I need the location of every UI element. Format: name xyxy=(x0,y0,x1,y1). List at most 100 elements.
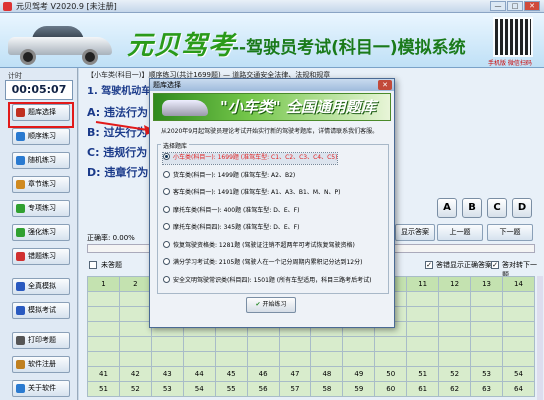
grid-cell[interactable] xyxy=(501,336,536,352)
grid-cell[interactable] xyxy=(406,291,440,307)
grid-cell[interactable] xyxy=(470,321,503,337)
grid-cell[interactable] xyxy=(278,351,312,367)
grid-cell[interactable] xyxy=(118,306,152,322)
grid-cell[interactable] xyxy=(150,351,184,367)
grid-cell[interactable] xyxy=(406,336,440,352)
grid-cell[interactable] xyxy=(214,351,248,367)
sidebar-button-4[interactable]: 章节练习 xyxy=(12,176,70,193)
grid-cell[interactable]: 48 xyxy=(310,366,344,382)
radio-button[interactable] xyxy=(163,275,170,283)
grid-cell[interactable]: 59 xyxy=(342,381,376,397)
grid-cell[interactable] xyxy=(246,336,280,352)
radio-button[interactable] xyxy=(163,223,170,230)
grid-cell[interactable] xyxy=(87,291,120,307)
grid-cell[interactable] xyxy=(501,351,536,367)
grid-cell[interactable]: 57 xyxy=(278,381,312,397)
library-option-5[interactable]: 摩托车类(科目四): 345题 (准驾车型: D、E、F) xyxy=(163,223,299,234)
grid-cell[interactable] xyxy=(87,321,120,337)
sidebar-button-12[interactable]: 关于软件 xyxy=(12,380,70,397)
maximize-button[interactable]: □ xyxy=(507,1,523,11)
radio-button[interactable] xyxy=(163,188,170,195)
grid-cell[interactable]: 51 xyxy=(87,381,120,397)
grid-cell[interactable] xyxy=(470,336,503,352)
sidebar-button-7[interactable]: 错题练习 xyxy=(12,248,70,265)
library-option-2[interactable]: 货车类(科目一): 1499题 (准驾车型: A2、B2) xyxy=(163,170,295,182)
sidebar-button-8[interactable]: 全真模拟 xyxy=(12,278,70,295)
next-question-button[interactable]: 下一题 xyxy=(487,224,533,241)
grid-cell[interactable]: 58 xyxy=(310,381,344,397)
grid-cell[interactable]: 50 xyxy=(374,366,408,382)
grid-cell[interactable] xyxy=(470,291,503,307)
answer-b-button[interactable]: B xyxy=(462,198,482,218)
grid-cell[interactable]: 44 xyxy=(182,366,216,382)
grid-cell[interactable]: 60 xyxy=(374,381,408,397)
grid-cell[interactable] xyxy=(310,336,344,352)
grid-cell[interactable] xyxy=(118,291,152,307)
library-option-6[interactable]: 恢复驾驶资格类: 1281题 (驾驶证注销不超两年可考试恢复驾驶资格) xyxy=(163,240,355,252)
show-answer-button[interactable]: 显示答案 xyxy=(395,224,435,241)
grid-cell[interactable]: 1 xyxy=(87,276,120,292)
vertical-scrollbar[interactable] xyxy=(537,276,543,400)
grid-cell[interactable] xyxy=(470,306,503,322)
sidebar-button-3[interactable]: 随机练习 xyxy=(12,152,70,169)
sidebar-button-5[interactable]: 专项练习 xyxy=(12,200,70,217)
answer-d-button[interactable]: D xyxy=(512,198,532,218)
radio-button[interactable] xyxy=(163,240,170,248)
sidebar-button-1[interactable]: 题库选择 xyxy=(12,104,70,121)
grid-cell[interactable] xyxy=(374,336,408,352)
grid-cell[interactable] xyxy=(406,351,440,367)
grid-cell[interactable]: 49 xyxy=(342,366,376,382)
sidebar-button-10[interactable]: 打印考题 xyxy=(12,332,70,349)
grid-cell[interactable] xyxy=(342,351,376,367)
grid-cell[interactable]: 64 xyxy=(501,381,536,397)
grid-cell[interactable]: 45 xyxy=(214,366,248,382)
radio-button[interactable] xyxy=(163,153,170,160)
grid-cell[interactable] xyxy=(438,351,472,367)
grid-cell[interactable]: 42 xyxy=(118,366,152,382)
grid-cell[interactable] xyxy=(278,336,312,352)
grid-cell[interactable]: 56 xyxy=(246,381,280,397)
library-option-7[interactable]: 满分学习考试类: 2105题 (驾驶人在一个记分周期内累积记分达到12分) xyxy=(163,258,362,269)
grid-cell[interactable]: 54 xyxy=(501,366,536,382)
minimize-button[interactable]: — xyxy=(490,1,506,11)
grid-cell[interactable]: 43 xyxy=(150,366,184,382)
grid-cell[interactable] xyxy=(310,351,344,367)
grid-cell[interactable] xyxy=(150,336,184,352)
grid-cell[interactable] xyxy=(87,306,120,322)
grid-cell[interactable]: 52 xyxy=(438,366,472,382)
grid-cell[interactable] xyxy=(470,351,503,367)
grid-cell[interactable]: 11 xyxy=(406,276,440,292)
prev-question-button[interactable]: 上一题 xyxy=(437,224,483,241)
library-option-8[interactable]: 安全文明驾驶常识类(科目四): 1501题 (所有车型适用，科目三路考后考试) xyxy=(163,275,371,287)
option-d[interactable]: D: 违章行为 xyxy=(87,164,148,180)
radio-button[interactable] xyxy=(163,170,170,178)
auto-show-checkbox[interactable]: ✓ xyxy=(425,261,433,269)
grid-cell[interactable] xyxy=(87,336,120,352)
answer-c-button[interactable]: C xyxy=(487,198,507,218)
sidebar-button-2[interactable]: 顺序练习 xyxy=(12,128,70,145)
sidebar-button-11[interactable]: 软件注册 xyxy=(12,356,70,373)
grid-cell[interactable] xyxy=(374,351,408,367)
grid-cell[interactable] xyxy=(87,351,120,367)
grid-cell[interactable] xyxy=(438,306,472,322)
grid-cell[interactable]: 55 xyxy=(214,381,248,397)
grid-cell[interactable]: 13 xyxy=(470,276,503,292)
answer-a-button[interactable]: A xyxy=(437,198,457,218)
grid-cell[interactable]: 53 xyxy=(150,381,184,397)
auto-next-checkbox[interactable]: ✓ xyxy=(491,261,499,269)
grid-cell[interactable] xyxy=(438,291,472,307)
start-practice-button[interactable]: ✔ 开始练习 xyxy=(246,297,296,313)
sidebar-button-6[interactable]: 强化练习 xyxy=(12,224,70,241)
grid-cell[interactable] xyxy=(182,336,216,352)
grid-cell[interactable] xyxy=(118,336,152,352)
grid-cell[interactable] xyxy=(118,351,152,367)
grid-cell[interactable] xyxy=(501,291,536,307)
close-button[interactable]: ✕ xyxy=(524,1,540,11)
library-option-4[interactable]: 摩托车类(科目一): 400题 (准驾车型: D、E、F) xyxy=(163,205,299,217)
grid-cell[interactable]: 53 xyxy=(470,366,503,382)
grid-cell[interactable] xyxy=(438,336,472,352)
grid-cell[interactable] xyxy=(501,306,536,322)
grid-cell[interactable] xyxy=(214,336,248,352)
grid-cell[interactable]: 46 xyxy=(246,366,280,382)
grid-cell[interactable]: 41 xyxy=(87,366,120,382)
